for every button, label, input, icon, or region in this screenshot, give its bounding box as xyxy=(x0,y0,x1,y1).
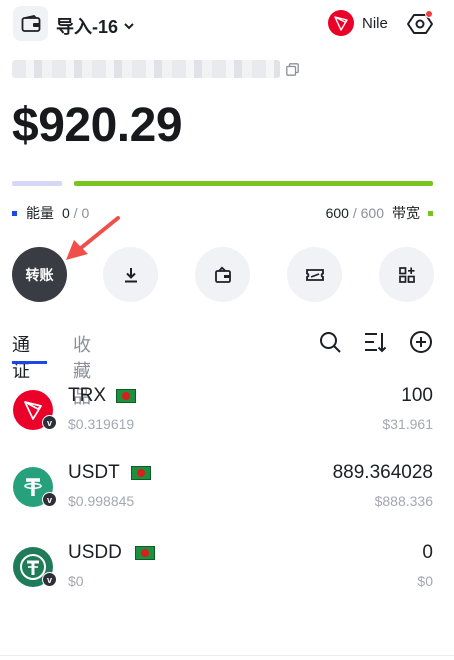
ticket-button[interactable] xyxy=(287,247,342,302)
network-selector[interactable]: Nile xyxy=(328,10,388,36)
grid-plus-icon xyxy=(398,266,415,283)
search-icon[interactable] xyxy=(318,330,342,354)
settings-button[interactable] xyxy=(406,10,434,38)
token-value: $31.961 xyxy=(382,416,433,432)
token-row-usdd[interactable]: v USDD $0 0 $0 xyxy=(0,542,454,598)
token-amount: 0 xyxy=(422,542,433,563)
network-name: Nile xyxy=(362,14,388,32)
transfer-label: 转账 xyxy=(25,266,54,283)
wallet-address-blurred xyxy=(12,60,280,78)
token-price: $0.319619 xyxy=(68,416,135,432)
chevron-down-icon xyxy=(124,23,134,30)
bottom-divider xyxy=(0,655,454,656)
bandwidth-bar xyxy=(74,181,433,186)
wallet-icon xyxy=(21,14,40,32)
energy-label: 能量 xyxy=(26,205,54,221)
wallet-name: 导入-16 xyxy=(56,17,119,37)
ticket-icon xyxy=(305,268,324,281)
token-symbol: USDD xyxy=(68,542,122,563)
token-symbol: TRX xyxy=(68,385,106,406)
flag-icon xyxy=(135,546,155,560)
token-price: $0 xyxy=(68,573,84,589)
notification-dot xyxy=(425,10,433,18)
token-value: $0 xyxy=(417,573,433,589)
bandwidth-marker xyxy=(428,210,433,216)
sort-icon[interactable] xyxy=(363,330,387,354)
bandwidth-label: 带宽 xyxy=(392,205,420,221)
token-symbol: USDT xyxy=(68,462,120,483)
bandwidth-total: 600 xyxy=(360,205,384,221)
bandwidth-resource: 600 / 600 带宽 xyxy=(326,203,433,223)
transfer-button[interactable]: 转账 xyxy=(12,247,67,302)
tron-logo-icon xyxy=(328,10,354,36)
wallet-icon-button[interactable] xyxy=(13,6,48,41)
verified-badge-icon: v xyxy=(42,415,57,430)
active-tab-indicator xyxy=(12,361,47,364)
flag-icon xyxy=(116,389,136,403)
bandwidth-separator: / xyxy=(348,205,361,221)
token-amount: 100 xyxy=(401,385,433,406)
tab-tokens[interactable]: 通证 xyxy=(12,331,30,383)
flag-icon xyxy=(131,466,151,480)
wallet-action-button[interactable] xyxy=(195,247,250,302)
verified-badge-icon: v xyxy=(42,572,57,587)
copy-icon[interactable] xyxy=(286,62,299,76)
download-icon xyxy=(124,267,137,282)
wallet-selector[interactable]: 导入-16 xyxy=(56,13,136,39)
total-balance: $920.29 xyxy=(12,99,183,152)
bandwidth-used: 600 xyxy=(325,205,349,221)
apps-button[interactable] xyxy=(379,247,434,302)
token-price: $0.998845 xyxy=(68,493,135,509)
address-row[interactable] xyxy=(12,60,299,78)
wallet-bag-icon xyxy=(214,266,231,283)
verified-badge-icon: v xyxy=(42,492,57,507)
token-row-trx[interactable]: v TRX $0.319619 100 $31.961 xyxy=(0,385,454,441)
token-row-usdt[interactable]: v USDT $0.998845 889.364028 $888.336 xyxy=(0,462,454,518)
annotation-arrow-icon xyxy=(66,216,120,260)
energy-bar xyxy=(12,181,62,186)
energy-marker xyxy=(12,210,17,216)
token-value: $888.336 xyxy=(374,493,433,509)
header: 导入-16 Nile xyxy=(0,0,454,48)
token-amount: 889.364028 xyxy=(332,462,433,483)
add-token-icon[interactable] xyxy=(409,330,433,354)
